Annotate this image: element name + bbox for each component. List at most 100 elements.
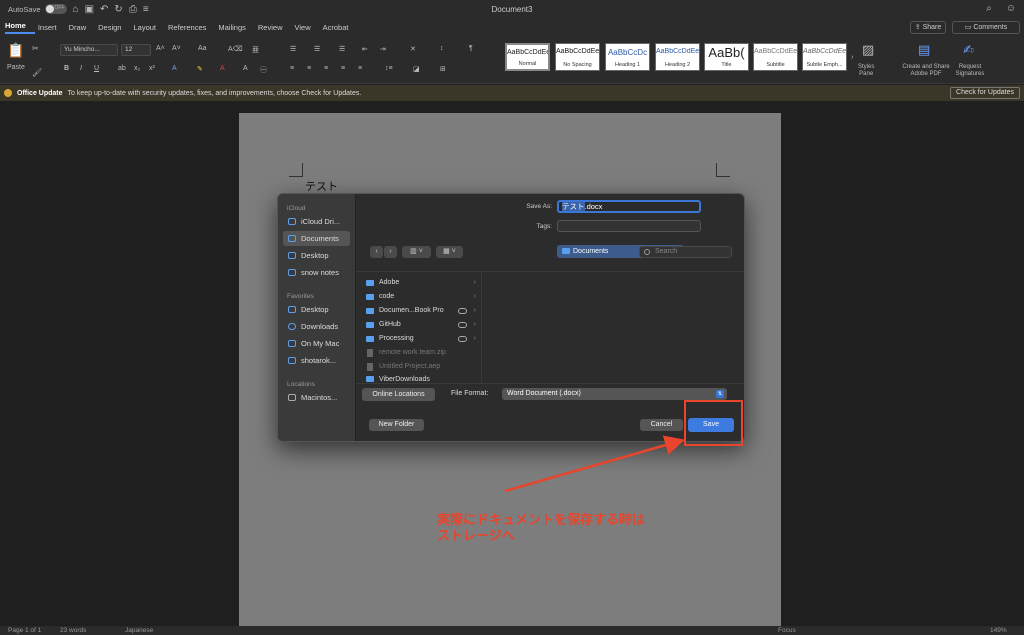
change-case-icon[interactable]: Aa xyxy=(198,45,207,52)
phonetic-guide-icon[interactable]: 亜 xyxy=(252,45,259,55)
character-border-icon[interactable]: A xyxy=(243,65,248,72)
asian-layout-icon[interactable]: ✕ xyxy=(410,45,416,53)
home-icon[interactable]: ⌂ xyxy=(73,4,79,15)
zoom-level[interactable]: 149% xyxy=(990,627,1007,634)
subscript-icon[interactable]: x₂ xyxy=(134,65,140,72)
autosave-toggle[interactable]: OFF xyxy=(44,4,67,14)
undo-icon[interactable]: ↶ xyxy=(100,4,108,15)
tab-mailings[interactable]: Mailings xyxy=(218,23,255,32)
word-count[interactable]: 23 words xyxy=(60,627,86,634)
view-mode-select[interactable]: ▥ ˅ xyxy=(402,246,431,258)
sidebar-item-snow-notes[interactable]: snow notes xyxy=(283,265,350,280)
font-name-select[interactable]: Yu Mincho... xyxy=(60,44,118,56)
strikethrough-icon[interactable]: ab xyxy=(118,65,126,72)
list-item[interactable]: code › xyxy=(366,290,476,303)
styles-pane-icon[interactable]: ▨ xyxy=(862,42,874,58)
create-share-pdf-label[interactable]: Create and Share Adobe PDF xyxy=(898,64,954,78)
file-format-select[interactable]: Word Document (.docx) ⇅ xyxy=(502,388,727,400)
request-signatures-label[interactable]: Request Signatures xyxy=(950,64,990,78)
print-icon[interactable]: ⎙ xyxy=(129,4,137,15)
sidebar-item-macintosh-hd[interactable]: Macintos... xyxy=(283,390,350,405)
font-size-select[interactable]: 12 xyxy=(121,44,151,56)
superscript-icon[interactable]: x² xyxy=(149,65,155,72)
comments-button[interactable]: ▭ Comments xyxy=(952,21,1020,34)
sidebar-item-downloads[interactable]: Downloads xyxy=(283,319,350,334)
sidebar-item-desktop[interactable]: Desktop xyxy=(283,302,350,317)
align-right-icon[interactable]: ≡ xyxy=(324,65,328,72)
tab-review[interactable]: Review xyxy=(258,23,292,32)
style-heading-2[interactable]: AaBbCcDdEe Heading 2 xyxy=(655,43,700,71)
highlight-icon[interactable]: ✎ xyxy=(197,65,203,73)
numbering-icon[interactable]: ☰ xyxy=(314,45,320,53)
line-spacing-icon[interactable]: ↕≡ xyxy=(385,65,393,72)
search-icon[interactable]: ⌕ xyxy=(986,3,992,14)
justify-icon[interactable]: ≡ xyxy=(341,65,345,72)
clear-format-icon[interactable]: A⌫ xyxy=(228,45,243,53)
tab-draw[interactable]: Draw xyxy=(69,23,96,32)
list-item[interactable]: Processing › xyxy=(366,332,476,345)
shading-icon[interactable]: ◪ xyxy=(413,65,420,73)
tab-home[interactable]: Home xyxy=(5,21,35,34)
back-button[interactable]: ‹ xyxy=(370,246,383,258)
list-item[interactable]: Adobe › xyxy=(366,276,476,289)
sidebar-item-home[interactable]: shotarok... xyxy=(283,353,350,368)
tab-layout[interactable]: Layout xyxy=(133,23,165,32)
cut-icon[interactable]: ✂ xyxy=(32,44,39,53)
show-marks-icon[interactable]: ¶ xyxy=(469,45,473,52)
page-count[interactable]: Page 1 of 1 xyxy=(8,627,41,634)
style-no-spacing[interactable]: AaBbCcDdEe No Spacing xyxy=(555,43,600,71)
cancel-button[interactable]: Cancel xyxy=(640,419,683,431)
align-left-icon[interactable]: ≡ xyxy=(290,65,294,72)
tab-references[interactable]: References xyxy=(168,23,215,32)
grow-font-icon[interactable]: A˄ xyxy=(156,45,165,52)
list-item[interactable]: Documen...Book Pro › xyxy=(366,304,476,317)
tags-field[interactable] xyxy=(557,220,701,232)
styles-pane-label[interactable]: Styles Pane xyxy=(858,64,874,78)
save-as-field[interactable]: テスト.docx xyxy=(557,200,701,213)
style-title[interactable]: AaBb( Title xyxy=(704,43,749,71)
save-icon[interactable]: ▣ xyxy=(85,4,94,15)
increase-indent-icon[interactable]: ⇥ xyxy=(380,45,386,53)
text-effects-icon[interactable]: A xyxy=(172,65,177,72)
customize-toolbar-icon[interactable]: ≡ xyxy=(143,4,149,15)
borders-icon[interactable]: ⊞ xyxy=(440,65,446,73)
font-color-icon[interactable]: A xyxy=(220,65,225,72)
sidebar-item-desktop-icloud[interactable]: Desktop xyxy=(283,248,350,263)
shrink-font-icon[interactable]: A˅ xyxy=(172,45,181,52)
italic-icon[interactable]: I xyxy=(80,65,82,72)
style-heading-1[interactable]: AaBbCcDc Heading 1 xyxy=(605,43,650,71)
language-status[interactable]: Japanese xyxy=(125,627,153,634)
sidebar-item-documents[interactable]: Documents xyxy=(283,231,350,246)
bullets-icon[interactable]: ☰ xyxy=(290,45,296,53)
sort-icon[interactable]: ↕ xyxy=(440,45,444,52)
format-painter-icon[interactable]: 🖌 xyxy=(32,68,42,77)
multilevel-list-icon[interactable]: ☰ xyxy=(339,45,345,53)
request-signatures-icon[interactable]: ✍ xyxy=(963,42,974,58)
online-locations-button[interactable]: Online Locations xyxy=(362,388,435,401)
group-select[interactable]: ▦ ˅ xyxy=(436,246,463,258)
paste-icon[interactable]: 📋 xyxy=(7,42,24,59)
account-icon[interactable]: ☺ xyxy=(1006,3,1016,14)
forward-button[interactable]: › xyxy=(384,246,397,258)
enclose-character-icon[interactable]: ㊀ xyxy=(260,65,267,75)
style-subtle-emphasis[interactable]: AaBbCcDdEe Subtle Emph... xyxy=(802,43,847,71)
sidebar-item-icloud-drive[interactable]: iCloud Dri... xyxy=(283,214,350,229)
sidebar-item-on-my-mac[interactable]: On My Mac xyxy=(283,336,350,351)
adobe-pdf-icon[interactable]: ▤ xyxy=(918,42,930,58)
tab-insert[interactable]: Insert xyxy=(38,23,66,32)
focus-label[interactable]: Focus xyxy=(778,627,796,634)
list-item[interactable]: GitHub › xyxy=(366,318,476,331)
tab-design[interactable]: Design xyxy=(98,23,130,32)
document-body-text[interactable]: テスト xyxy=(305,178,338,194)
share-button[interactable]: ⇪ Share xyxy=(910,21,946,34)
tab-view[interactable]: View xyxy=(294,23,319,32)
styles-gallery-chevron-icon[interactable]: › xyxy=(851,54,853,61)
distributed-icon[interactable]: ≡ xyxy=(358,65,362,72)
style-subtitle[interactable]: AaBbCcDdEe Subtitle xyxy=(753,43,798,71)
decrease-indent-icon[interactable]: ⇤ xyxy=(362,45,368,53)
style-normal[interactable]: AaBbCcDdEe Normal xyxy=(505,43,550,71)
tab-acrobat[interactable]: Acrobat xyxy=(323,23,358,32)
search-field[interactable]: Search xyxy=(639,246,732,258)
redo-icon[interactable]: ↻ xyxy=(114,4,122,15)
new-folder-button[interactable]: New Folder xyxy=(369,419,424,431)
